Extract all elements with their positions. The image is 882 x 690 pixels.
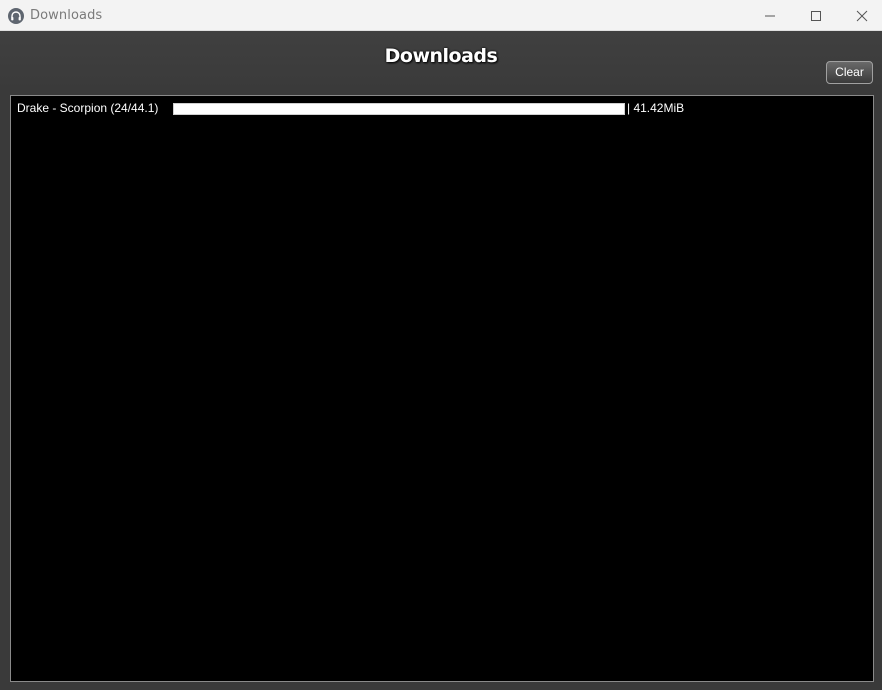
download-item[interactable]: Drake - Scorpion (24/44.1) | 41.42MiB: [17, 101, 857, 117]
downloads-window: Downloads Downloads Clear Drake - Scorpi…: [0, 0, 882, 690]
download-name: Drake - Scorpion (24/44.1): [17, 101, 159, 115]
minimize-icon: [765, 15, 775, 16]
download-size: | 41.42MiB: [627, 101, 685, 115]
maximize-button[interactable]: [793, 0, 839, 31]
downloads-content: Downloads Clear Drake - Scorpion (24/44.…: [0, 31, 882, 690]
minimize-button[interactable]: [747, 0, 793, 31]
close-button[interactable]: [839, 0, 882, 31]
close-icon: [856, 10, 868, 21]
clear-button[interactable]: Clear: [826, 61, 873, 84]
title-bar[interactable]: Downloads: [0, 0, 882, 31]
download-progress-fill: [174, 104, 624, 114]
headphones-icon: [8, 8, 24, 24]
window-title: Downloads: [30, 8, 103, 23]
maximize-icon: [811, 10, 821, 21]
downloads-list[interactable]: Drake - Scorpion (24/44.1) | 41.42MiB: [10, 95, 874, 682]
download-progress-bar: [173, 103, 625, 115]
page-title: Downloads: [384, 45, 498, 67]
